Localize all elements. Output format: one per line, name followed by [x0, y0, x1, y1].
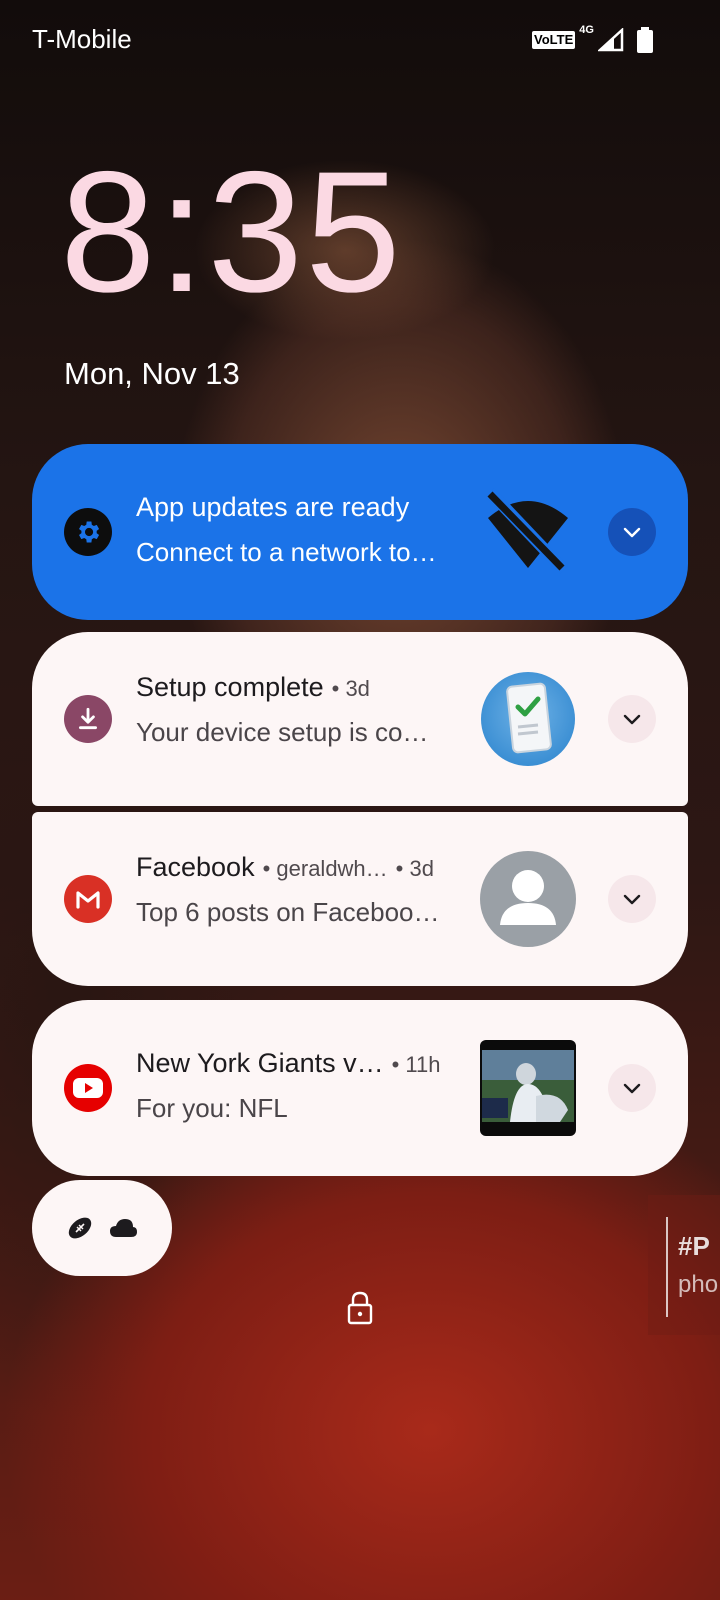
lockscreen-clock: 8:35	[60, 136, 403, 328]
carrier-name: T-Mobile	[32, 24, 132, 54]
chevron-down-icon	[623, 527, 641, 538]
nfl-video-thumbnail	[480, 1040, 576, 1136]
notification-text: Setup complete • 3d Your device setup is…	[136, 672, 476, 748]
wallpaper-watermark: #P pho	[648, 1195, 720, 1335]
notification-title: Facebook	[136, 852, 255, 882]
download-icon	[64, 695, 112, 743]
expand-button[interactable]	[608, 1064, 656, 1112]
football-icon	[68, 1217, 92, 1239]
notification-time: • 3d	[331, 676, 370, 701]
network-type-label: 4G	[579, 24, 594, 36]
notification-setup-complete[interactable]: Setup complete • 3d Your device setup is…	[32, 632, 688, 806]
chevron-down-icon	[623, 1083, 641, 1094]
notification-body: Your device setup is co…	[136, 717, 429, 747]
signal-icon	[597, 28, 624, 52]
expand-button[interactable]	[608, 508, 656, 556]
lockscreen-date: Mon, Nov 13	[64, 356, 240, 391]
volte-icon: VoLTE	[532, 31, 576, 49]
status-bar: T-Mobile VoLTE 4G	[0, 0, 720, 80]
chevron-down-icon	[623, 714, 641, 725]
notification-title: App updates are ready	[136, 492, 410, 522]
notification-sender: • geraldwh…	[262, 856, 388, 881]
expand-button[interactable]	[608, 695, 656, 743]
notification-youtube[interactable]: New York Giants v… • 11h For you: NFL	[32, 1000, 688, 1176]
expand-button[interactable]	[608, 875, 656, 923]
notification-gmail-facebook[interactable]: Facebook • geraldwh… • 3d Top 6 posts on…	[32, 812, 688, 986]
gmail-icon	[64, 875, 112, 923]
notification-time: • 11h	[391, 1052, 441, 1077]
watermark-text-2: pho	[678, 1271, 719, 1298]
notification-title: New York Giants v…	[136, 1048, 384, 1078]
youtube-icon	[64, 1064, 112, 1112]
notification-title: Setup complete	[136, 672, 324, 702]
person-avatar-icon	[480, 851, 576, 947]
phone-check-icon	[481, 672, 575, 766]
notification-text: New York Giants v… • 11h For you: NFL	[136, 1048, 476, 1124]
notification-time: • 3d	[395, 856, 434, 881]
notification-body: Top 6 posts on Faceboo…	[136, 897, 440, 927]
status-icons: VoLTE 4G	[532, 24, 654, 54]
watermark-text-1: #P	[678, 1231, 710, 1261]
chevron-down-icon	[623, 894, 641, 905]
notification-app-updates[interactable]: App updates are ready Connect to a netwo…	[32, 444, 688, 620]
notification-body: For you: NFL	[136, 1093, 288, 1123]
padlock-icon[interactable]	[346, 1290, 374, 1326]
notification-body: Connect to a network to…	[136, 537, 437, 567]
battery-icon	[636, 27, 653, 53]
gear-icon	[64, 508, 112, 556]
collapsed-notifications-pill[interactable]	[32, 1180, 172, 1276]
notification-text: App updates are ready Connect to a netwo…	[136, 492, 476, 568]
notification-text: Facebook • geraldwh… • 3d Top 6 posts on…	[136, 852, 466, 928]
wifi-off-icon	[485, 487, 569, 575]
cloud-icon	[110, 1219, 137, 1237]
